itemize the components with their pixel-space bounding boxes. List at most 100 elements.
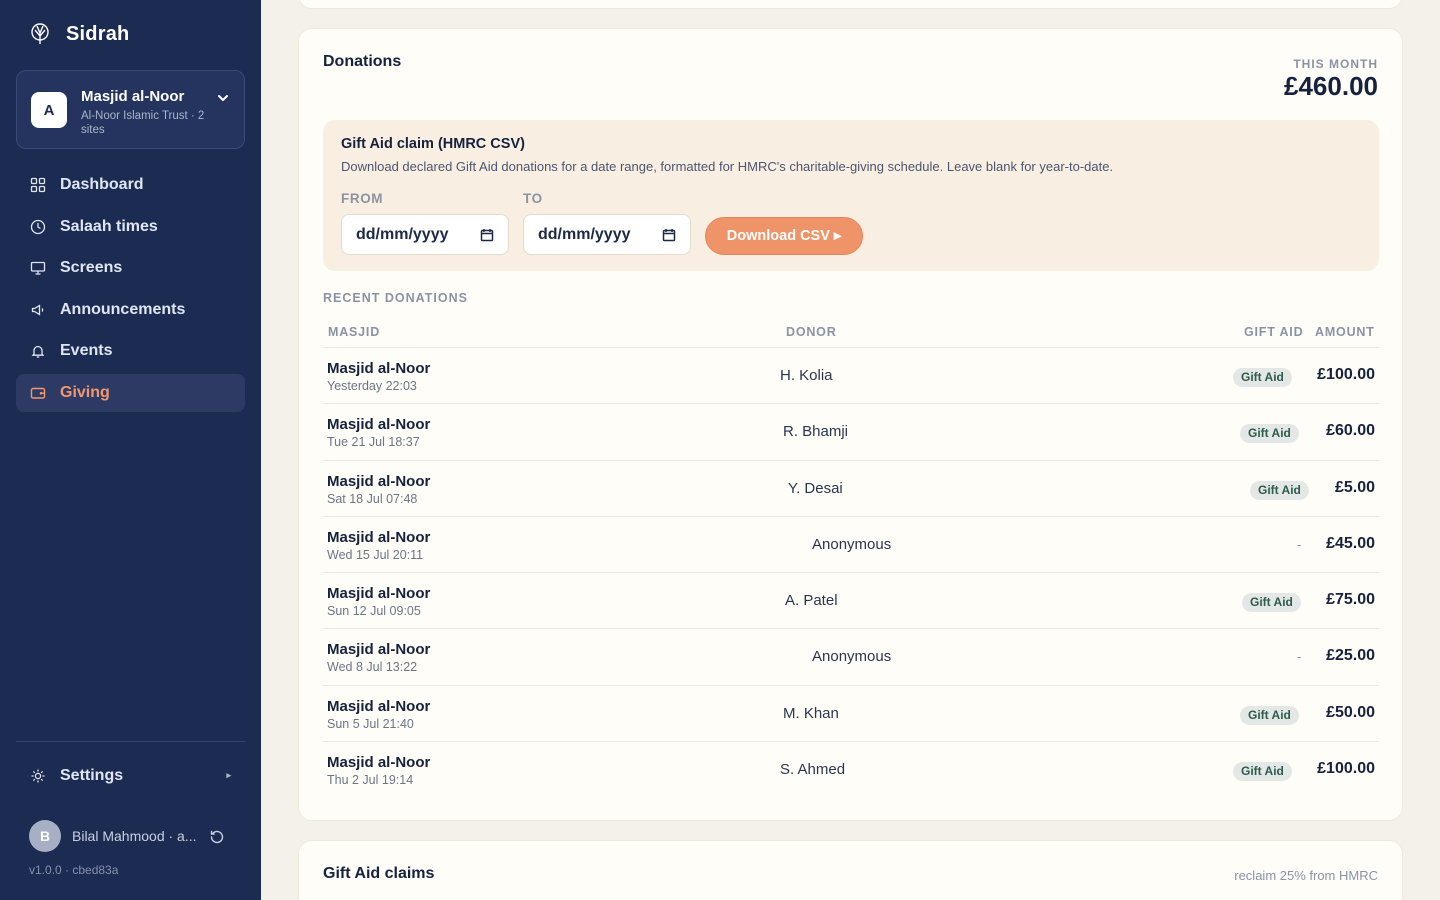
org-switcher[interactable]: A Masjid al-Noor Al-Noor Islamic Trust ·…: [16, 70, 245, 149]
gift-aid-badge: Gift Aid: [1242, 593, 1301, 613]
gift-aid-description: Download declared Gift Aid donations for…: [341, 159, 1114, 174]
sun-gear-icon: [31, 769, 45, 783]
gift-aid-badge: Gift Aid: [1240, 705, 1299, 725]
column-header-donor: DONOR: [786, 325, 837, 339]
row-amount: £60.00: [1326, 422, 1375, 440]
row-time: Sun 12 Jul 09:05: [327, 604, 421, 619]
nav-item-salaah-times[interactable]: Salaah times: [16, 208, 245, 246]
row-masjid: Masjid al-Noor: [327, 641, 431, 659]
nav-item-settings[interactable]: Settings ▸: [16, 757, 245, 795]
row-masjid: Masjid al-Noor: [327, 416, 431, 434]
gift-aid-export-panel: Gift Aid claim (HMRC CSV) Download decla…: [323, 120, 1379, 271]
row-amount: £45.00: [1326, 534, 1375, 552]
recent-donations-label: RECENT DONATIONS: [323, 291, 468, 305]
table-row[interactable]: Masjid al-Noor Thu 2 Jul 19:14 S. Ahmed …: [323, 741, 1379, 797]
nav-item-events[interactable]: Events: [16, 332, 245, 370]
nav-item-dashboard[interactable]: Dashboard: [16, 166, 245, 204]
donations-table: Masjid al-Noor Yesterday 22:03 H. Kolia …: [323, 347, 1379, 797]
row-donor: Y. Desai: [788, 479, 843, 497]
table-row[interactable]: Masjid al-Noor Wed 8 Jul 13:22 Anonymous…: [323, 628, 1379, 684]
nav-label: Screens: [60, 259, 123, 277]
table-row[interactable]: Masjid al-Noor Sun 12 Jul 09:05 A. Patel…: [323, 572, 1379, 628]
user-avatar: B: [29, 820, 61, 852]
sidebar-divider: [16, 741, 245, 742]
to-label: TO: [523, 191, 543, 206]
row-masjid: Masjid al-Noor: [327, 360, 431, 377]
row-donor: Anonymous: [812, 535, 892, 553]
from-date-input[interactable]: dd/mm/yyyy: [341, 214, 509, 255]
table-row[interactable]: Masjid al-Noor Wed 15 Jul 20:11 Anonymou…: [323, 515, 1379, 572]
donations-card: Donations THIS MONTH £460.00 Gift Aid cl…: [298, 28, 1403, 821]
refresh-icon[interactable]: [209, 829, 225, 845]
row-amount: £75.00: [1326, 591, 1375, 609]
column-header-gift-aid: GIFT AID: [1244, 325, 1304, 339]
nav-label: Events: [60, 342, 113, 360]
gift-aid-badge: Gift Aid: [1250, 480, 1309, 500]
org-avatar: A: [31, 92, 67, 128]
version-label: v1.0.0 · cbed83a: [29, 863, 119, 877]
to-date-input[interactable]: dd/mm/yyyy: [523, 214, 691, 255]
user-menu[interactable]: B Bilal Mahmood · a...: [29, 820, 224, 852]
table-row[interactable]: Masjid al-Noor Sat 18 Jul 07:48 Y. Desai…: [323, 459, 1379, 516]
row-time: Yesterday 22:03: [327, 379, 417, 393]
nav-item-announcements[interactable]: Announcements: [16, 291, 245, 329]
calendar-icon[interactable]: [662, 228, 676, 242]
column-header-amount: AMOUNT: [1315, 325, 1375, 339]
from-label: FROM: [341, 191, 384, 206]
caret-right-icon: ▸: [226, 770, 231, 780]
gift-aid-none: -: [1297, 536, 1302, 552]
wallet-icon: [30, 387, 46, 399]
gift-aid-claims-card: Gift Aid claims reclaim 25% from HMRC: [298, 840, 1403, 900]
gift-aid-badge: Gift Aid: [1240, 424, 1299, 444]
this-month-total: £460.00: [1284, 71, 1378, 101]
column-header-masjid: MASJID: [328, 325, 381, 339]
to-date-placeholder: dd/mm/yyyy: [538, 225, 631, 243]
gift-aid-title: Gift Aid claim (HMRC CSV): [341, 136, 525, 152]
grid-icon: [30, 177, 46, 193]
org-subtitle: Al-Noor Islamic Trust · 2 sites: [81, 110, 205, 136]
table-row[interactable]: Masjid al-Noor Yesterday 22:03 H. Kolia …: [323, 347, 1379, 403]
row-donor: Anonymous: [812, 648, 892, 666]
row-time: Thu 2 Jul 19:14: [327, 773, 414, 788]
nav-label: Giving: [60, 383, 110, 401]
gift-aid-none: -: [1297, 649, 1302, 665]
nav-label: Announcements: [60, 300, 186, 318]
megaphone-icon: [31, 304, 44, 316]
bell-icon: [31, 346, 45, 359]
row-masjid: Masjid al-Noor: [327, 697, 431, 715]
nav-item-giving[interactable]: Giving: [16, 373, 245, 412]
org-name: Masjid al-Noor: [81, 88, 185, 105]
row-masjid: Masjid al-Noor: [327, 472, 431, 490]
table-row[interactable]: Masjid al-Noor Sun 5 Jul 21:40 M. Khan G…: [323, 684, 1379, 741]
row-amount: £25.00: [1326, 647, 1375, 665]
brand[interactable]: Sidrah: [28, 22, 129, 46]
calendar-icon[interactable]: [480, 228, 494, 242]
from-date-placeholder: dd/mm/yyyy: [356, 225, 449, 243]
download-csv-button[interactable]: Download CSV ▸: [705, 217, 863, 255]
main-nav: Dashboard Salaah times Screens Announcem…: [16, 166, 245, 416]
settings-label: Settings: [60, 767, 124, 784]
tree-logo-icon: [31, 23, 49, 44]
nav-item-screens[interactable]: Screens: [16, 249, 245, 287]
this-month-label: THIS MONTH: [1293, 57, 1378, 71]
row-donor: A. Patel: [785, 592, 838, 610]
chevron-down-icon: [218, 95, 228, 101]
row-time: Tue 21 Jul 18:37: [327, 435, 420, 450]
table-row[interactable]: Masjid al-Noor Tue 21 Jul 18:37 R. Bhamj…: [323, 403, 1379, 459]
gift-aid-claims-title: Gift Aid claims: [323, 865, 435, 882]
row-time: Wed 15 Jul 20:11: [327, 547, 424, 562]
donations-title: Donations: [323, 53, 402, 70]
row-amount: £50.00: [1326, 703, 1375, 721]
row-time: Wed 8 Jul 13:22: [327, 660, 418, 675]
nav-label: Dashboard: [60, 176, 144, 193]
row-donor: S. Ahmed: [780, 761, 846, 779]
row-donor: R. Bhamji: [783, 423, 849, 441]
app-name: Sidrah: [66, 22, 130, 45]
row-donor: M. Khan: [783, 704, 839, 722]
nav-label: Salaah times: [60, 217, 158, 235]
row-masjid: Masjid al-Noor: [327, 754, 431, 772]
row-amount: £100.00: [1317, 760, 1375, 778]
gift-aid-badge: Gift Aid: [1233, 368, 1292, 387]
user-name: Bilal Mahmood · a...: [72, 828, 196, 844]
monitor-icon: [30, 262, 46, 275]
